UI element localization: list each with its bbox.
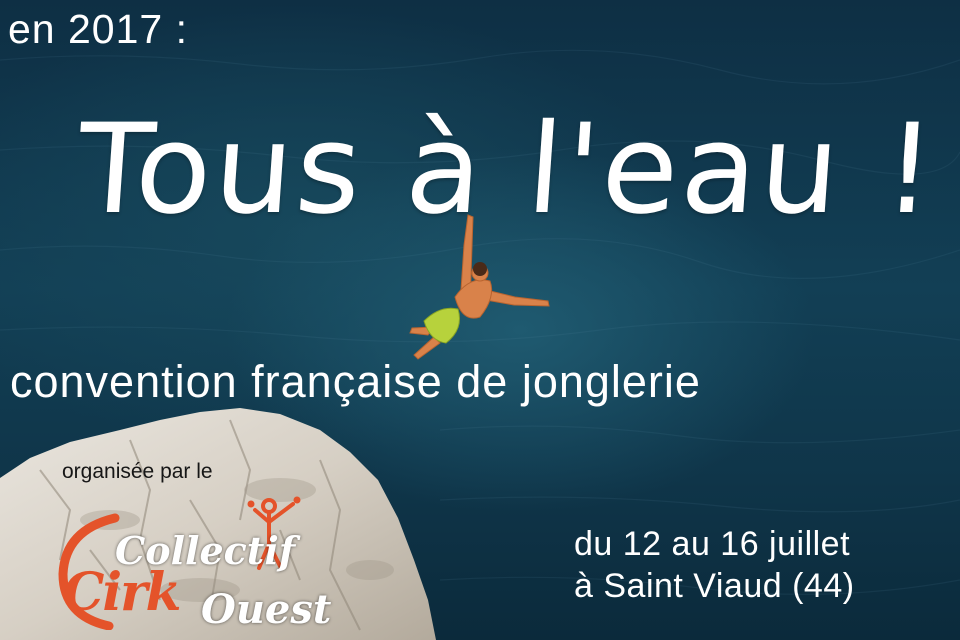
event-location: à Saint Viaud (44) (574, 567, 855, 605)
organiser-label: organisée par le (62, 460, 213, 483)
poster: en 2017 : Tous à l'eau ! convention fran… (0, 0, 960, 640)
collectif-cirkouest-logo: Collectif Cirk Ouest (55, 490, 385, 640)
event-details: du 12 au 16 juillet à Saint Viaud (44) (574, 523, 855, 607)
year-heading: en 2017 : (8, 6, 188, 52)
logo-text-cirk: Cirk (63, 562, 182, 623)
event-dates: du 12 au 16 juillet (574, 525, 851, 563)
diver-figure (409, 214, 550, 360)
logo-text-ouest: Ouest (201, 586, 332, 633)
